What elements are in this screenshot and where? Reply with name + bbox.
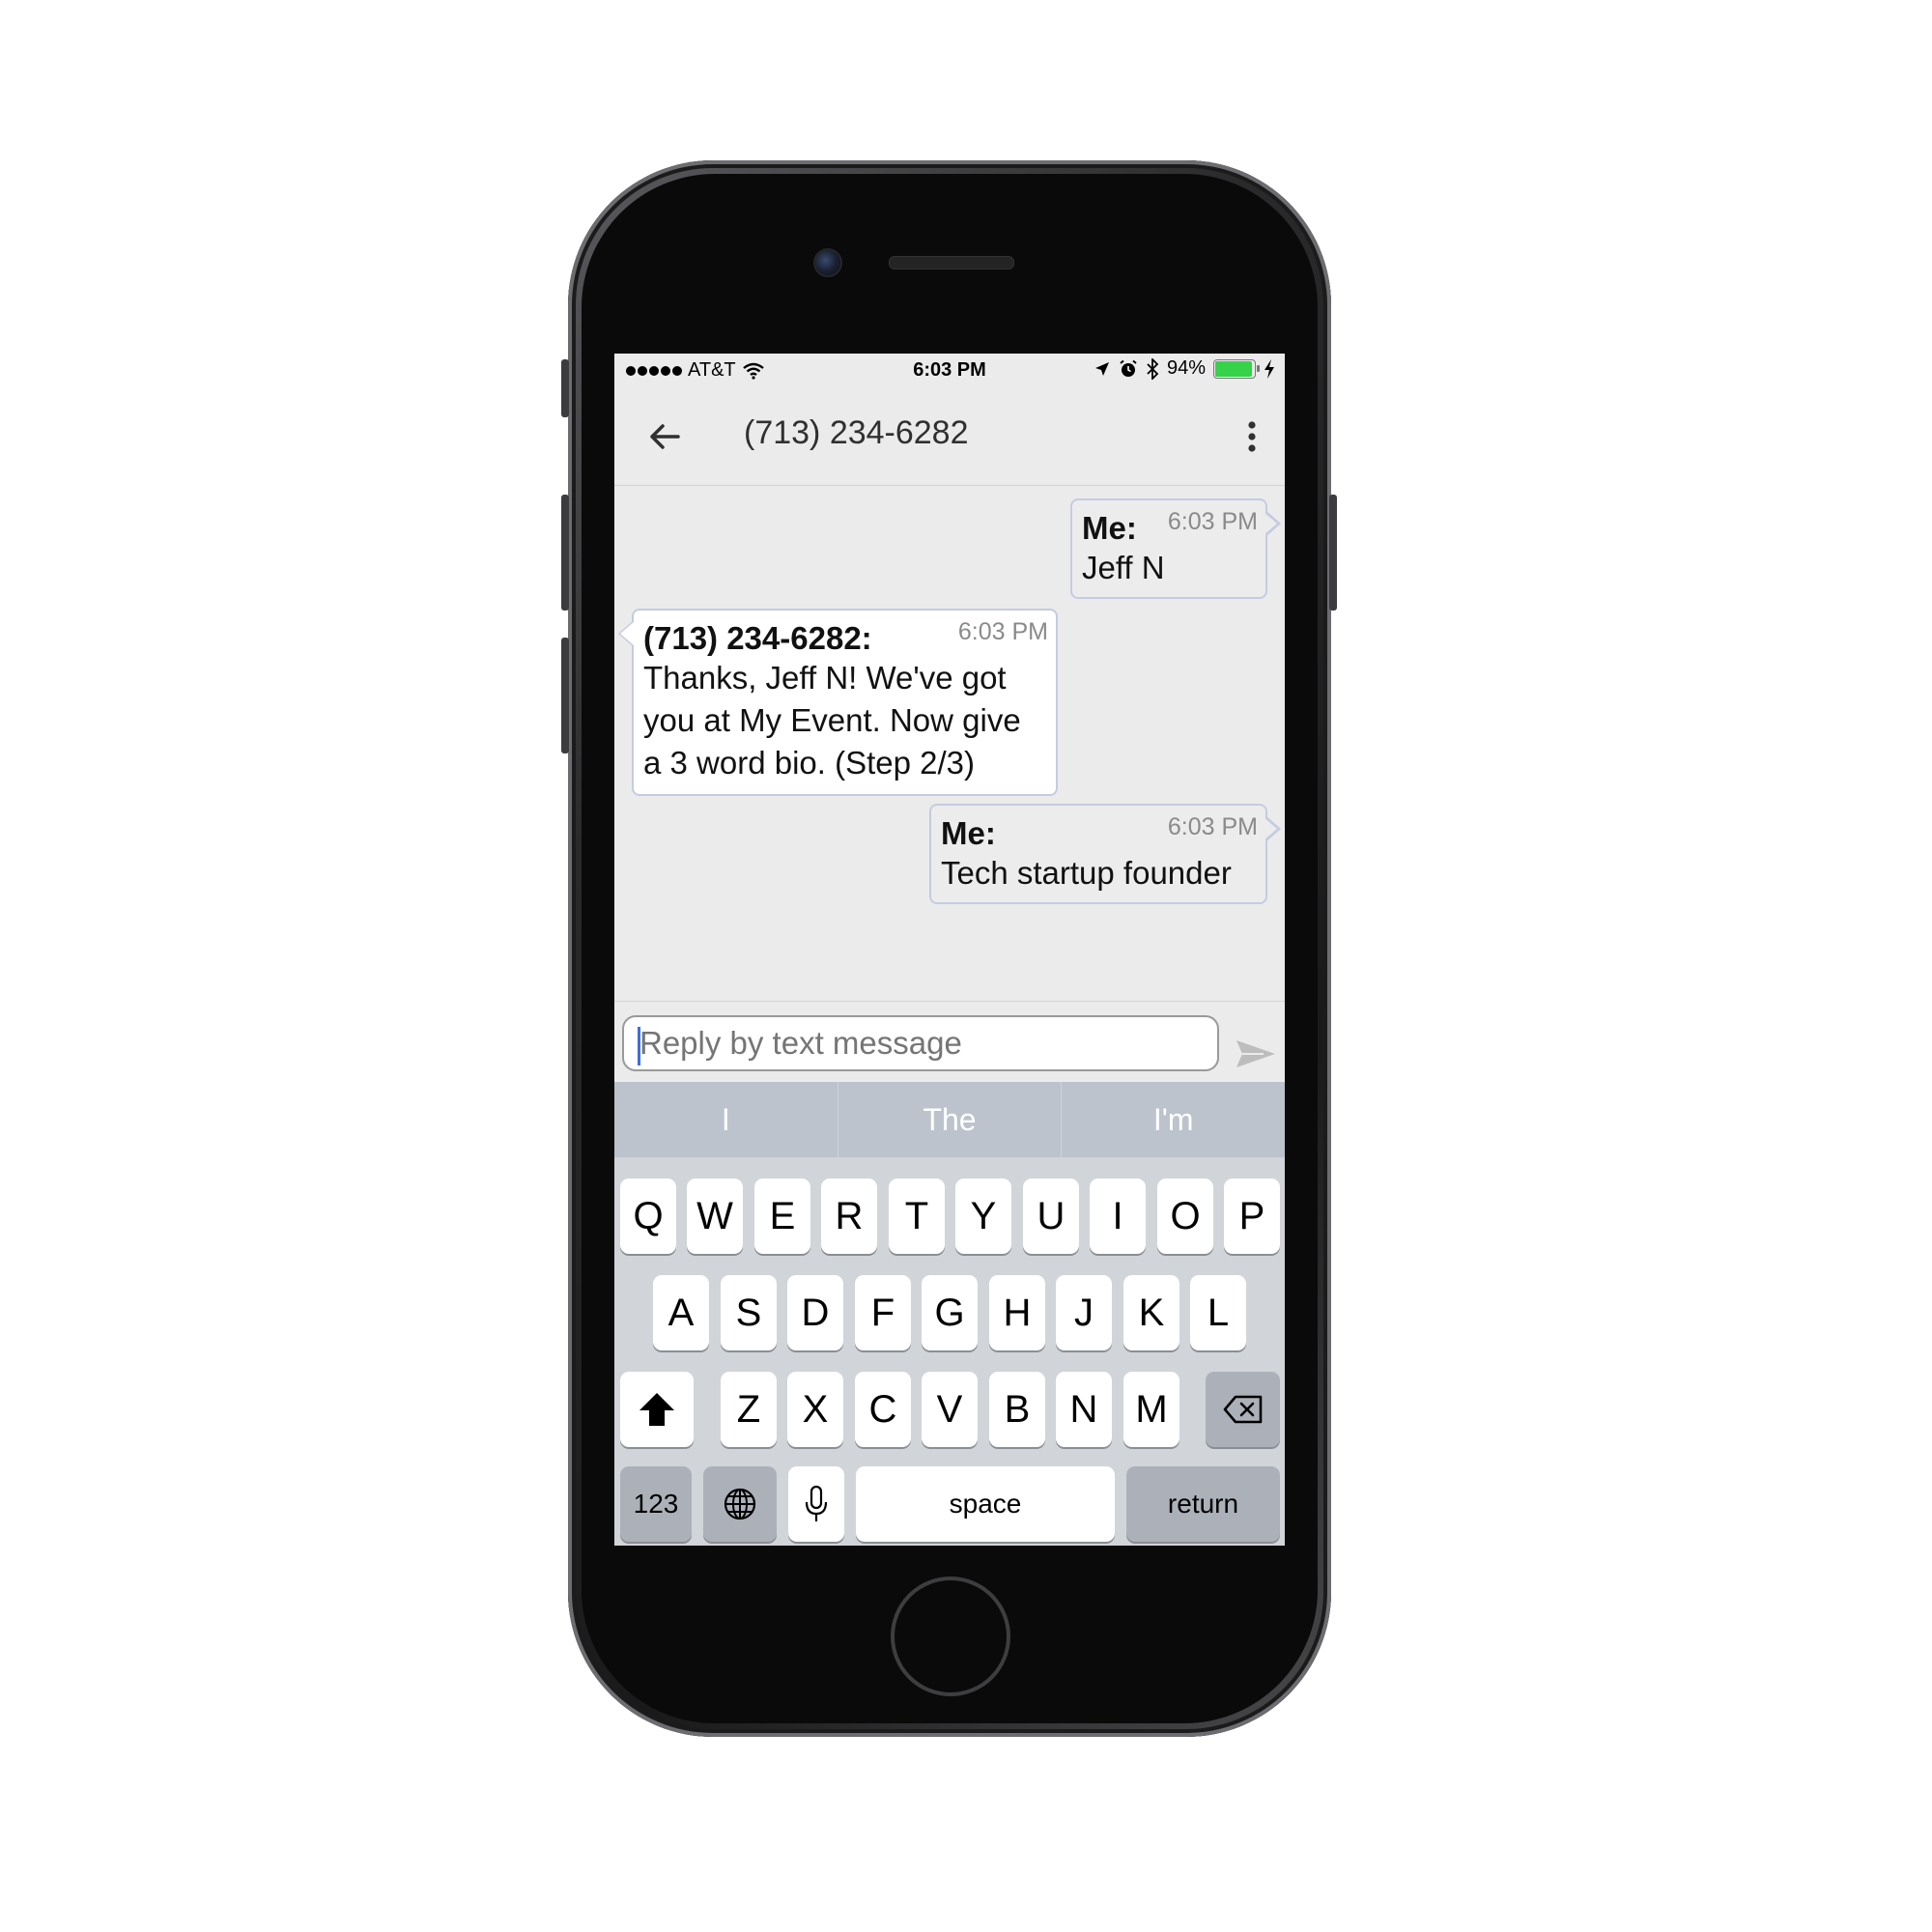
microphone-key[interactable] (788, 1466, 844, 1542)
onscreen-keyboard: I The I'm Q W E R T Y U I O P A S D F G … (614, 1082, 1285, 1546)
bubble-tail (1264, 510, 1281, 537)
key-g[interactable]: G (922, 1275, 978, 1350)
message-text-line: Thanks, Jeff N! We've got (643, 660, 1007, 696)
battery-percent: 94% (1166, 357, 1206, 379)
predictive-suggestions: I The I'm (614, 1082, 1285, 1157)
key-r[interactable]: R (821, 1179, 877, 1254)
key-d[interactable]: D (787, 1275, 843, 1350)
reply-input[interactable] (622, 1015, 1219, 1071)
reply-composer (614, 1001, 1285, 1083)
alarm-icon (1120, 359, 1137, 377)
backspace-icon (1223, 1395, 1262, 1424)
key-n[interactable]: N (1056, 1372, 1112, 1447)
key-b[interactable]: B (989, 1372, 1045, 1447)
volume-up-button (561, 495, 569, 611)
location-arrow-icon (1094, 361, 1109, 376)
key-v[interactable]: V (922, 1372, 978, 1447)
bluetooth-icon (1147, 357, 1159, 380)
suggestion-item[interactable]: The (838, 1082, 1063, 1157)
suggestion-item[interactable]: I (614, 1082, 838, 1157)
return-key[interactable]: return (1126, 1466, 1280, 1542)
message-timestamp: 6:03 PM (1167, 813, 1258, 840)
message-text-line: you at My Event. Now give (643, 702, 1021, 738)
key-k[interactable]: K (1123, 1275, 1179, 1350)
key-h[interactable]: H (989, 1275, 1045, 1350)
mute-switch (561, 359, 569, 417)
home-button[interactable] (891, 1577, 1010, 1696)
globe-icon (724, 1488, 756, 1520)
shift-icon (639, 1393, 674, 1426)
status-right: 94% (1094, 357, 1275, 380)
bubble-tail (618, 620, 634, 647)
status-bar: AT&T 6:03 PM 94% (614, 354, 1285, 388)
more-vert-icon[interactable] (1244, 417, 1260, 456)
message-bubble-outgoing: Me: 6:03 PM Tech startup founder (929, 804, 1281, 904)
bubble-tail (1264, 815, 1281, 842)
message-text-line: Jeff N (1082, 550, 1165, 585)
key-m[interactable]: M (1123, 1372, 1179, 1447)
key-f[interactable]: F (855, 1275, 911, 1350)
battery-icon (1213, 358, 1260, 379)
key-c[interactable]: C (855, 1372, 911, 1447)
globe-key[interactable] (703, 1466, 777, 1542)
space-key[interactable]: space (856, 1466, 1115, 1542)
numbers-key[interactable]: 123 (620, 1466, 692, 1542)
backspace-key[interactable] (1206, 1372, 1280, 1447)
key-x[interactable]: X (787, 1372, 843, 1447)
charging-bolt-icon (1264, 358, 1274, 379)
message-bubble-incoming: (713) 234-6282: 6:03 PM Thanks, Jeff N! … (618, 609, 1058, 796)
key-e[interactable]: E (754, 1179, 810, 1254)
front-camera (813, 248, 842, 277)
key-z[interactable]: Z (721, 1372, 777, 1447)
message-bubble-outgoing: Me: 6:03 PM Jeff N (1070, 498, 1281, 599)
key-p[interactable]: P (1224, 1179, 1280, 1254)
key-l[interactable]: L (1190, 1275, 1246, 1350)
message-text-line: Tech startup founder (941, 855, 1232, 891)
phone-screen: AT&T 6:03 PM 94% (713) 234-6282 Me: 6:03… (614, 354, 1285, 1546)
key-a[interactable]: A (653, 1275, 709, 1350)
power-button (1329, 495, 1337, 611)
key-w[interactable]: W (687, 1179, 743, 1254)
battery-fill (1215, 360, 1252, 377)
key-o[interactable]: O (1157, 1179, 1213, 1254)
text-cursor (638, 1027, 640, 1065)
message-text-line: a 3 word bio. (Step 2/3) (643, 745, 976, 781)
message-timestamp: 6:03 PM (1167, 508, 1258, 535)
suggestion-item[interactable]: I'm (1062, 1082, 1285, 1157)
send-icon[interactable] (1235, 1037, 1277, 1071)
message-timestamp: 6:03 PM (957, 618, 1048, 645)
key-u[interactable]: U (1023, 1179, 1079, 1254)
conversation-title: (713) 234-6282 (744, 414, 969, 451)
key-q[interactable]: Q (620, 1179, 676, 1254)
microphone-icon (805, 1485, 828, 1521)
key-y[interactable]: Y (955, 1179, 1011, 1254)
arrow-left-icon[interactable] (643, 415, 686, 458)
conversation-header: (713) 234-6282 (614, 388, 1285, 486)
shift-key[interactable] (620, 1372, 694, 1447)
key-j[interactable]: J (1056, 1275, 1112, 1350)
key-i[interactable]: I (1090, 1179, 1146, 1254)
key-t[interactable]: T (889, 1179, 945, 1254)
earpiece-speaker (889, 256, 1014, 270)
key-s[interactable]: S (721, 1275, 777, 1350)
volume-down-button (561, 638, 569, 753)
